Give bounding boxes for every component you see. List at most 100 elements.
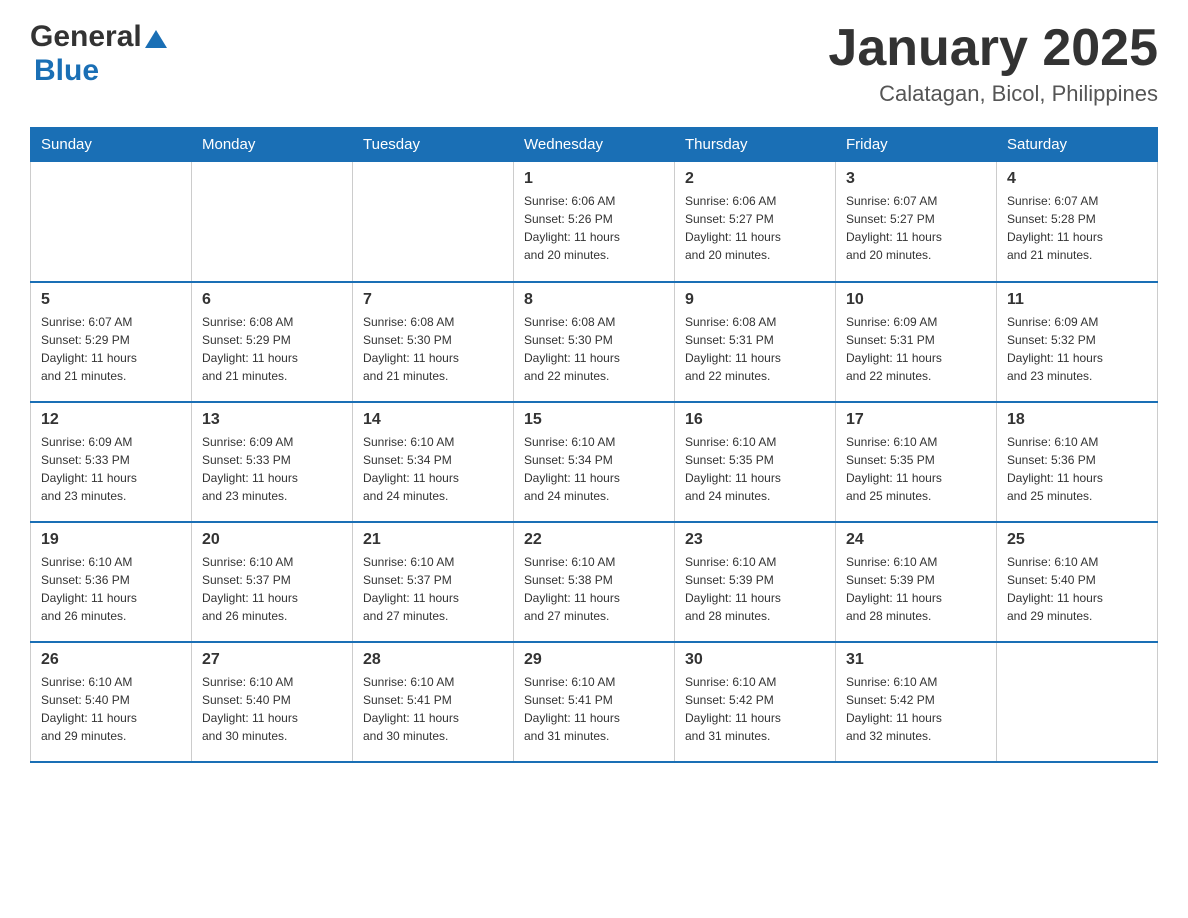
day-info: Sunrise: 6:09 AM Sunset: 5:33 PM Dayligh… [41,433,181,505]
day-info: Sunrise: 6:10 AM Sunset: 5:35 PM Dayligh… [685,433,825,505]
day-info: Sunrise: 6:10 AM Sunset: 5:39 PM Dayligh… [846,553,986,625]
day-info: Sunrise: 6:10 AM Sunset: 5:42 PM Dayligh… [685,673,825,745]
calendar-cell: 23 Sunrise: 6:10 AM Sunset: 5:39 PM Dayli… [675,522,836,642]
day-number: 10 [846,291,986,309]
day-number: 20 [202,531,342,549]
day-info: Sunrise: 6:10 AM Sunset: 5:35 PM Dayligh… [846,433,986,505]
day-info: Sunrise: 6:10 AM Sunset: 5:37 PM Dayligh… [363,553,503,625]
day-info: Sunrise: 6:08 AM Sunset: 5:30 PM Dayligh… [363,313,503,385]
day-number: 24 [846,531,986,549]
day-info: Sunrise: 6:07 AM Sunset: 5:27 PM Dayligh… [846,192,986,264]
day-info: Sunrise: 6:10 AM Sunset: 5:41 PM Dayligh… [363,673,503,745]
calendar-cell: 9 Sunrise: 6:08 AM Sunset: 5:31 PM Daylig… [675,282,836,402]
calendar-cell [192,162,353,282]
calendar-cell: 2 Sunrise: 6:06 AM Sunset: 5:27 PM Daylig… [675,162,836,282]
calendar-cell: 27 Sunrise: 6:10 AM Sunset: 5:40 PM Dayli… [192,642,353,762]
calendar-header-row: SundayMondayTuesdayWednesdayThursdayFrid… [31,128,1158,162]
calendar-cell: 20 Sunrise: 6:10 AM Sunset: 5:37 PM Dayli… [192,522,353,642]
day-info: Sunrise: 6:08 AM Sunset: 5:31 PM Dayligh… [685,313,825,385]
calendar-cell: 7 Sunrise: 6:08 AM Sunset: 5:30 PM Daylig… [353,282,514,402]
day-number: 13 [202,411,342,429]
day-info: Sunrise: 6:10 AM Sunset: 5:42 PM Dayligh… [846,673,986,745]
day-number: 27 [202,651,342,669]
calendar-cell: 29 Sunrise: 6:10 AM Sunset: 5:41 PM Dayli… [514,642,675,762]
calendar-cell: 26Sunrise: 6:10 AM Sunset: 5:40 PM Dayli… [31,642,192,762]
calendar-cell: 12 Sunrise: 6:09 AM Sunset: 5:33 PM Dayli… [31,402,192,522]
day-number: 28 [363,651,503,669]
day-info: Sunrise: 6:09 AM Sunset: 5:32 PM Dayligh… [1007,313,1147,385]
day-number: 5 [41,291,181,309]
day-number: 17 [846,411,986,429]
day-number: 1 [524,170,664,188]
calendar-title: January 2025 [828,20,1158,77]
day-info: Sunrise: 6:10 AM Sunset: 5:34 PM Dayligh… [363,433,503,505]
header-wednesday: Wednesday [514,128,675,162]
calendar-cell: 14 Sunrise: 6:10 AM Sunset: 5:34 PM Dayli… [353,402,514,522]
header-tuesday: Tuesday [353,128,514,162]
calendar-cell: 15Sunrise: 6:10 AM Sunset: 5:34 PM Dayli… [514,402,675,522]
day-number: 3 [846,170,986,188]
calendar-cell: 17 Sunrise: 6:10 AM Sunset: 5:35 PM Dayli… [836,402,997,522]
week-row-1: 1 Sunrise: 6:06 AM Sunset: 5:26 PM Daylig… [31,162,1158,282]
day-number: 22 [524,531,664,549]
day-info: Sunrise: 6:06 AM Sunset: 5:26 PM Dayligh… [524,192,664,264]
calendar-cell: 10 Sunrise: 6:09 AM Sunset: 5:31 PM Dayli… [836,282,997,402]
day-info: Sunrise: 6:10 AM Sunset: 5:36 PM Dayligh… [41,553,181,625]
day-number: 16 [685,411,825,429]
week-row-4: 19 Sunrise: 6:10 AM Sunset: 5:36 PM Dayli… [31,522,1158,642]
calendar-cell: 18Sunrise: 6:10 AM Sunset: 5:36 PM Dayli… [997,402,1158,522]
calendar-cell [353,162,514,282]
calendar-cell: 24 Sunrise: 6:10 AM Sunset: 5:39 PM Dayli… [836,522,997,642]
week-row-2: 5Sunrise: 6:07 AM Sunset: 5:29 PM Daylig… [31,282,1158,402]
day-number: 15 [524,411,664,429]
header-monday: Monday [192,128,353,162]
day-info: Sunrise: 6:10 AM Sunset: 5:40 PM Dayligh… [202,673,342,745]
day-number: 9 [685,291,825,309]
calendar-cell: 8Sunrise: 6:08 AM Sunset: 5:30 PM Daylig… [514,282,675,402]
header-thursday: Thursday [675,128,836,162]
day-info: Sunrise: 6:10 AM Sunset: 5:37 PM Dayligh… [202,553,342,625]
day-number: 31 [846,651,986,669]
day-number: 12 [41,411,181,429]
day-number: 2 [685,170,825,188]
calendar-cell: 1 Sunrise: 6:06 AM Sunset: 5:26 PM Daylig… [514,162,675,282]
day-info: Sunrise: 6:10 AM Sunset: 5:38 PM Dayligh… [524,553,664,625]
day-info: Sunrise: 6:10 AM Sunset: 5:39 PM Dayligh… [685,553,825,625]
day-number: 18 [1007,411,1147,429]
day-number: 14 [363,411,503,429]
day-info: Sunrise: 6:06 AM Sunset: 5:27 PM Dayligh… [685,192,825,264]
day-number: 25 [1007,531,1147,549]
calendar-cell: 3 Sunrise: 6:07 AM Sunset: 5:27 PM Daylig… [836,162,997,282]
calendar-cell: 5Sunrise: 6:07 AM Sunset: 5:29 PM Daylig… [31,282,192,402]
day-info: Sunrise: 6:07 AM Sunset: 5:28 PM Dayligh… [1007,192,1147,264]
logo-general-text: General [30,20,142,54]
calendar-cell: 28 Sunrise: 6:10 AM Sunset: 5:41 PM Dayli… [353,642,514,762]
calendar-cell: 30Sunrise: 6:10 AM Sunset: 5:42 PM Dayli… [675,642,836,762]
calendar-subtitle: Calatagan, Bicol, Philippines [828,81,1158,107]
title-section: January 2025 Calatagan, Bicol, Philippin… [828,20,1158,107]
calendar-cell: 16 Sunrise: 6:10 AM Sunset: 5:35 PM Dayli… [675,402,836,522]
calendar-cell: 13 Sunrise: 6:09 AM Sunset: 5:33 PM Dayli… [192,402,353,522]
logo-blue-text: Blue [34,54,99,87]
page-header: General Blue January 2025 Calatagan, Bic… [30,20,1158,107]
day-number: 4 [1007,170,1147,188]
day-info: Sunrise: 6:08 AM Sunset: 5:29 PM Dayligh… [202,313,342,385]
day-number: 7 [363,291,503,309]
header-saturday: Saturday [997,128,1158,162]
day-number: 26 [41,651,181,669]
calendar-cell: 22 Sunrise: 6:10 AM Sunset: 5:38 PM Dayli… [514,522,675,642]
day-number: 23 [685,531,825,549]
day-number: 19 [41,531,181,549]
day-info: Sunrise: 6:10 AM Sunset: 5:41 PM Dayligh… [524,673,664,745]
day-info: Sunrise: 6:09 AM Sunset: 5:33 PM Dayligh… [202,433,342,505]
week-row-5: 26 Sunrise: 6:10 AM Sunset: 5:40 PM Dayli… [31,642,1158,762]
day-number: 8 [524,291,664,309]
calendar-cell [997,642,1158,762]
calendar-cell [31,162,192,282]
header-sunday: Sunday [31,128,192,162]
day-info: Sunrise: 6:09 AM Sunset: 5:31 PM Dayligh… [846,313,986,385]
calendar-cell: 4 Sunrise: 6:07 AM Sunset: 5:28 PM Daylig… [997,162,1158,282]
day-number: 29 [524,651,664,669]
header-friday: Friday [836,128,997,162]
day-number: 21 [363,531,503,549]
